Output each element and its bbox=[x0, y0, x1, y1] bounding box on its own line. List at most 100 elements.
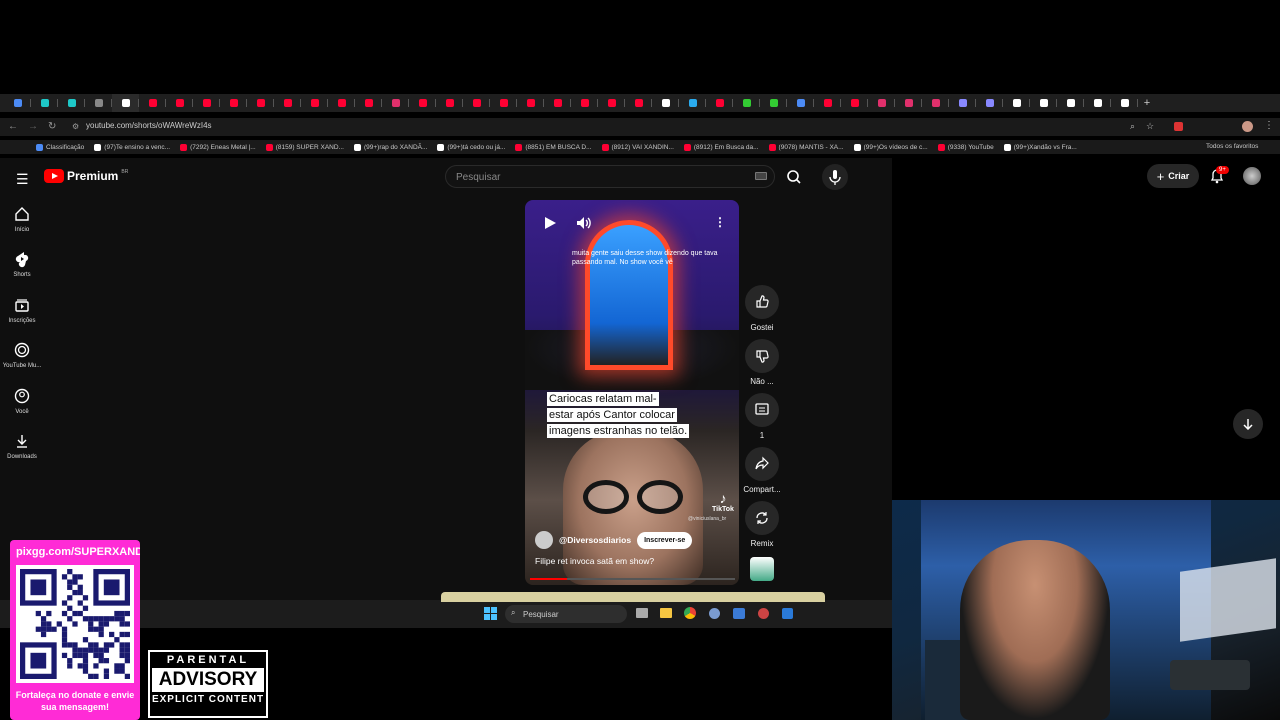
browser-tab[interactable] bbox=[112, 94, 139, 112]
sidebar-item-subscriptions[interactable]: Inscrições bbox=[0, 296, 44, 324]
browser-tab[interactable] bbox=[139, 94, 166, 112]
bookmark-item[interactable]: (8159) SUPER XAND... bbox=[265, 143, 344, 151]
browser-tab[interactable] bbox=[166, 94, 193, 112]
bookmark-item[interactable]: (7292) Eneas Metal |... bbox=[180, 143, 256, 151]
subscribe-button[interactable]: Inscrever-se bbox=[637, 531, 693, 549]
sidebar-item-downloads[interactable]: Downloads bbox=[0, 432, 44, 460]
browser-tab[interactable] bbox=[949, 94, 976, 112]
browser-tab[interactable] bbox=[841, 94, 868, 112]
profile-avatar[interactable] bbox=[1242, 121, 1253, 132]
steam-icon[interactable] bbox=[782, 608, 793, 619]
browser-tab[interactable] bbox=[193, 94, 220, 112]
browser-tab[interactable] bbox=[382, 94, 409, 112]
sidebar-item-you[interactable]: Você bbox=[0, 387, 44, 415]
new-tab-button[interactable]: + bbox=[1138, 97, 1156, 109]
bookmark-item[interactable]: (97)Te ensino a venc... bbox=[94, 143, 170, 151]
channel-name[interactable]: @Diversosdiarios bbox=[559, 535, 631, 545]
dislike-button[interactable]: Não ... bbox=[743, 339, 781, 386]
bookmark-item[interactable]: (9078) MANTIS - XA... bbox=[768, 143, 844, 151]
volume-icon[interactable] bbox=[576, 216, 592, 230]
browser-tab[interactable] bbox=[706, 94, 733, 112]
browser-tab[interactable] bbox=[31, 94, 58, 112]
browser-tab[interactable] bbox=[58, 94, 85, 112]
next-short-button[interactable] bbox=[1233, 409, 1263, 439]
site-info-icon[interactable]: ⚙ bbox=[72, 122, 79, 131]
browser-tab[interactable] bbox=[814, 94, 841, 112]
reload-icon[interactable]: ↻ bbox=[48, 121, 56, 132]
notifications-button[interactable]: 9+ bbox=[1209, 166, 1229, 189]
browser-tab[interactable] bbox=[409, 94, 436, 112]
menu-icon[interactable]: ⋮ bbox=[1264, 120, 1274, 131]
youtube-logo[interactable]: Premium BR bbox=[44, 169, 128, 183]
browser-tab[interactable] bbox=[625, 94, 652, 112]
voice-search-button[interactable] bbox=[822, 164, 848, 190]
share-button[interactable]: Compart... bbox=[743, 447, 781, 494]
browser-tab[interactable] bbox=[274, 94, 301, 112]
browser-tab[interactable] bbox=[976, 94, 1003, 112]
bookmark-item[interactable]: (99+)Os vídeos de c... bbox=[853, 143, 928, 151]
browser-tab[interactable] bbox=[328, 94, 355, 112]
bookmark-item[interactable]: (9338) YouTube bbox=[937, 143, 994, 151]
browser-tab[interactable] bbox=[4, 94, 31, 112]
search-button[interactable] bbox=[775, 165, 813, 188]
more-options-icon[interactable]: ⋮ bbox=[714, 215, 726, 229]
bookmark-item[interactable]: (8912) VAI XANDIN... bbox=[601, 143, 674, 151]
browser-tab[interactable] bbox=[436, 94, 463, 112]
bookmark-item[interactable]: (99+)tá cedo ou já... bbox=[437, 143, 505, 151]
browser-tab[interactable] bbox=[679, 94, 706, 112]
obs-icon[interactable] bbox=[758, 608, 769, 619]
browser-tab[interactable] bbox=[760, 94, 787, 112]
browser-tab[interactable] bbox=[598, 94, 625, 112]
browser-tab[interactable] bbox=[868, 94, 895, 112]
channel-avatar[interactable] bbox=[535, 531, 553, 549]
extension-icon[interactable] bbox=[1174, 122, 1183, 131]
chrome-icon[interactable] bbox=[684, 607, 696, 619]
comments-button[interactable]: 1 bbox=[743, 393, 781, 440]
bookmark-item[interactable]: (8912) Em Busca da... bbox=[683, 143, 759, 151]
sidebar-item-shorts[interactable]: Shorts bbox=[0, 250, 44, 278]
browser-tab[interactable] bbox=[355, 94, 382, 112]
remix-thumbnail[interactable] bbox=[750, 557, 774, 581]
settings-icon[interactable] bbox=[709, 608, 720, 619]
task-view-icon[interactable] bbox=[636, 608, 648, 618]
file-explorer-icon[interactable] bbox=[660, 608, 672, 618]
browser-tab[interactable] bbox=[247, 94, 274, 112]
browser-tab[interactable] bbox=[544, 94, 571, 112]
browser-tab[interactable] bbox=[463, 94, 490, 112]
bookmark-item[interactable]: (8851) EM BUSCA D... bbox=[515, 143, 592, 151]
browser-tab[interactable] bbox=[490, 94, 517, 112]
browser-tab[interactable] bbox=[895, 94, 922, 112]
keyboard-icon[interactable] bbox=[755, 172, 767, 180]
bookmark-item[interactable]: (99+)rap do XANDÃ... bbox=[353, 143, 427, 151]
sidebar-item-home[interactable]: Início bbox=[0, 205, 44, 233]
browser-tab[interactable] bbox=[652, 94, 679, 112]
browser-tab[interactable] bbox=[517, 94, 544, 112]
taskbar-search[interactable]: ⌕ Pesquisar bbox=[505, 605, 627, 623]
all-bookmarks[interactable]: Todos os favoritos bbox=[1206, 143, 1258, 150]
sidebar-item-youtube-music[interactable]: YouTube Mu... bbox=[0, 341, 44, 369]
browser-tab[interactable] bbox=[1057, 94, 1084, 112]
browser-tab[interactable] bbox=[571, 94, 598, 112]
browser-tab[interactable] bbox=[787, 94, 814, 112]
browser-tab[interactable] bbox=[1003, 94, 1030, 112]
url-text[interactable]: youtube.com/shorts/oWAWreWzI4s bbox=[86, 121, 212, 130]
hamburger-menu-icon[interactable]: ☰ bbox=[16, 171, 29, 188]
bookmark-item[interactable]: Classificação bbox=[36, 143, 84, 151]
photos-icon[interactable] bbox=[733, 608, 745, 619]
browser-tab[interactable] bbox=[85, 94, 112, 112]
zoom-icon[interactable]: ⌕ bbox=[1130, 121, 1135, 132]
browser-tab[interactable] bbox=[301, 94, 328, 112]
play-icon[interactable] bbox=[543, 216, 557, 230]
bookmark-item[interactable]: (99+)Xandão vs Fra... bbox=[1003, 143, 1077, 151]
account-avatar[interactable] bbox=[1243, 167, 1261, 185]
search-input[interactable]: Pesquisar bbox=[445, 165, 775, 188]
browser-tab[interactable] bbox=[733, 94, 760, 112]
browser-tab[interactable] bbox=[1030, 94, 1057, 112]
video-title[interactable]: Filipe ret invoca satã em show? bbox=[535, 556, 654, 566]
forward-icon[interactable]: → bbox=[28, 121, 38, 132]
browser-tab[interactable] bbox=[1111, 94, 1138, 112]
browser-tab[interactable] bbox=[922, 94, 949, 112]
browser-tab[interactable] bbox=[1084, 94, 1111, 112]
windows-start-icon[interactable] bbox=[484, 607, 497, 620]
bookmark-star-icon[interactable]: ☆ bbox=[1146, 121, 1154, 132]
